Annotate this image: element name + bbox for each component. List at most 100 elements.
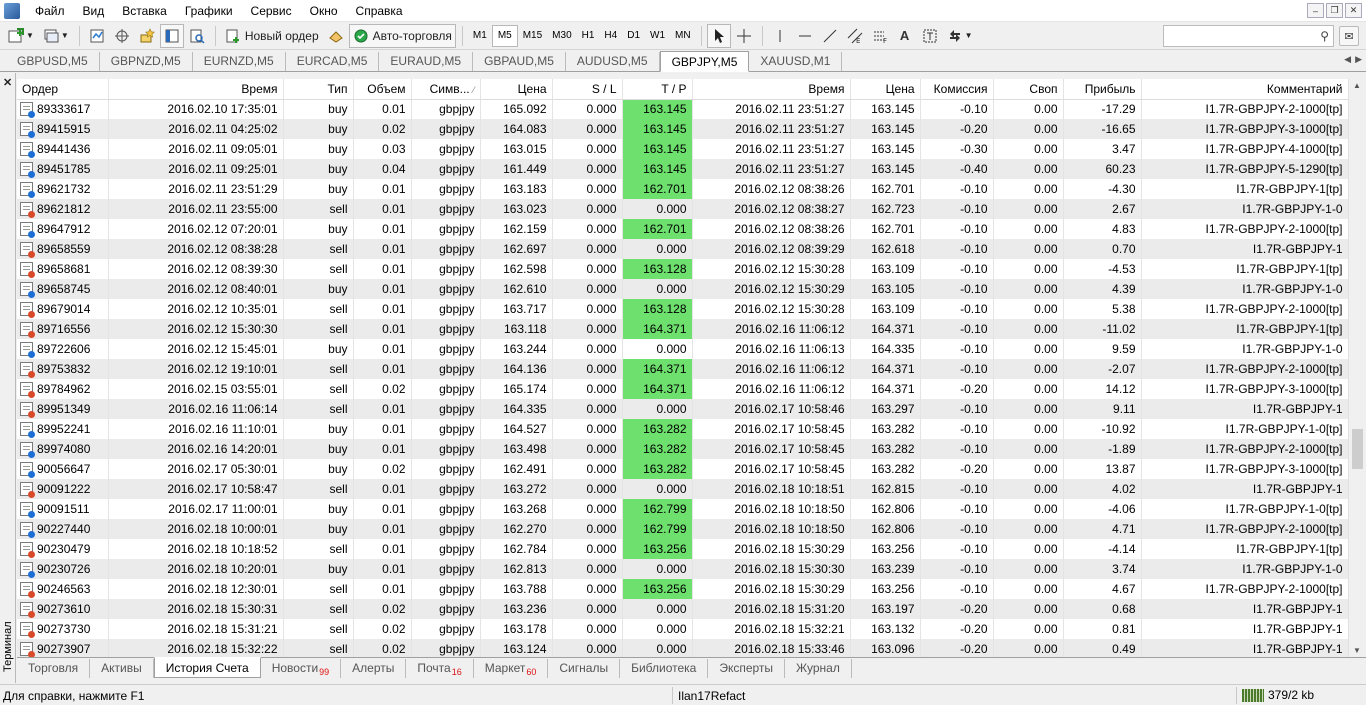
table-row[interactable]: 89621812 2016.02.11 23:55:00 sell 0.01 gbpjp…	[17, 199, 1348, 219]
tab-alerts[interactable]: Алерты	[341, 659, 407, 678]
menu-insert[interactable]: Вставка	[113, 0, 176, 22]
column-header-sl[interactable]: S / L	[552, 79, 623, 100]
tab-mailbox[interactable]: Почта16	[406, 659, 474, 678]
tab-account-history[interactable]: История Счета	[153, 657, 261, 678]
close-icon[interactable]: ✕	[3, 76, 12, 89]
table-row[interactable]: 89722606 2016.02.12 15:45:01 buy 0.01 gbpjpy…	[17, 339, 1348, 359]
column-header-close-price[interactable]: Цена	[850, 79, 921, 100]
menu-help[interactable]: Справка	[347, 0, 412, 22]
new-order-button[interactable]: Новый ордер	[221, 24, 323, 48]
table-row[interactable]: 90091511 2016.02.17 11:00:01 buy 0.01 gbpjpy…	[17, 499, 1348, 519]
scroll-right-icon[interactable]: ▶	[1355, 54, 1362, 65]
column-header-tp[interactable]: T / P	[622, 79, 693, 100]
table-row[interactable]: 89679014 2016.02.12 10:35:01 sell 0.01 gbpjp…	[17, 299, 1348, 319]
new-chart-button[interactable]: ▼	[4, 24, 38, 48]
text-tool-button[interactable]: A	[893, 24, 917, 48]
timeframe-h4[interactable]: H4	[599, 25, 622, 47]
column-header-close-time[interactable]: Время	[692, 79, 851, 100]
table-row[interactable]: 89716556 2016.02.12 15:30:30 sell 0.01 gbpjp…	[17, 319, 1348, 339]
column-header-type[interactable]: Тип	[283, 79, 354, 100]
timeframe-w1[interactable]: W1	[645, 25, 670, 47]
table-row[interactable]: 90273730 2016.02.18 15:31:21 sell 0.02 gbpjp…	[17, 619, 1348, 639]
table-row[interactable]: 89951349 2016.02.16 11:06:14 sell 0.01 gbpjp…	[17, 399, 1348, 419]
help-button[interactable]: ✉	[1339, 26, 1359, 46]
chart-tab[interactable]: EURAUD,M5	[379, 52, 474, 71]
timeframe-h1[interactable]: H1	[577, 25, 600, 47]
table-row[interactable]: 89952241 2016.02.16 11:10:01 buy 0.01 gbpjpy…	[17, 419, 1348, 439]
table-row[interactable]: 89647912 2016.02.12 07:20:01 buy 0.01 gbpjpy…	[17, 219, 1348, 239]
table-row[interactable]: 90227440 2016.02.18 10:00:01 buy 0.01 gbpjpy…	[17, 519, 1348, 539]
column-header-order[interactable]: Ордер	[17, 79, 109, 100]
search-icon[interactable]: ⚲	[1320, 29, 1329, 43]
search-input[interactable]: ⚲	[1163, 25, 1334, 47]
tab-exposure[interactable]: Активы	[90, 659, 154, 678]
column-header-commission[interactable]: Комиссия	[920, 79, 994, 100]
scroll-down-icon[interactable]: ▼	[1353, 646, 1361, 655]
tab-experts[interactable]: Эксперты	[708, 659, 786, 678]
column-header-volume[interactable]: Объем	[353, 79, 412, 100]
timeframe-mn[interactable]: MN	[670, 25, 696, 47]
horizontal-line-button[interactable]	[793, 24, 817, 48]
timeframe-m5[interactable]: M5	[491, 24, 518, 47]
column-header-swap[interactable]: Своп	[993, 79, 1064, 100]
table-row[interactable]: 89621732 2016.02.11 23:51:29 buy 0.01 gbpjpy…	[17, 179, 1348, 199]
profiles-button[interactable]: ▼	[39, 24, 73, 48]
trendline-button[interactable]	[818, 24, 842, 48]
chart-tab[interactable]: AUDUSD,M5	[566, 52, 660, 71]
column-header-comment[interactable]: Комментарий	[1141, 79, 1348, 100]
navigator-button[interactable]	[135, 24, 159, 48]
chart-tab[interactable]: GBPAUD,M5	[473, 52, 566, 71]
menu-file[interactable]: Файл	[26, 0, 74, 22]
crosshair-tool-button[interactable]	[732, 24, 756, 48]
table-row[interactable]: 89441436 2016.02.11 09:05:01 buy 0.03 gbpjpy…	[17, 139, 1348, 159]
table-row[interactable]: 90246563 2016.02.18 12:30:01 sell 0.01 gbpjp…	[17, 579, 1348, 599]
column-header-open-price[interactable]: Цена	[480, 79, 553, 100]
chart-tab-active[interactable]: GBPJPY,M5	[659, 51, 750, 72]
scrollbar-thumb[interactable]	[1352, 429, 1363, 469]
table-row[interactable]: 89974080 2016.02.16 14:20:01 buy 0.01 gbpjpy…	[17, 439, 1348, 459]
strategy-tester-button[interactable]	[185, 24, 209, 48]
chart-tab[interactable]: GBPUSD,M5	[6, 52, 100, 71]
menu-window[interactable]: Окно	[301, 0, 347, 22]
table-row[interactable]: 90230726 2016.02.18 10:20:01 buy 0.01 gbpjpy…	[17, 559, 1348, 579]
tab-market[interactable]: Маркет60	[474, 659, 549, 678]
chart-tab[interactable]: XAUUSD,M1	[749, 52, 843, 71]
terminal-button[interactable]	[159, 23, 184, 48]
minimize-icon[interactable]: –	[1307, 3, 1324, 18]
restore-icon[interactable]: ❐	[1326, 3, 1343, 18]
meta-editor-button[interactable]	[324, 24, 348, 48]
column-header-profit[interactable]: Прибыль	[1063, 79, 1142, 100]
table-row[interactable]: 90273610 2016.02.18 15:30:31 sell 0.02 gbpjp…	[17, 599, 1348, 619]
table-row[interactable]: 89658681 2016.02.12 08:39:30 sell 0.01 gbpjp…	[17, 259, 1348, 279]
table-row[interactable]: 89415915 2016.02.11 04:25:02 buy 0.02 gbpjpy…	[17, 119, 1348, 139]
timeframe-m15[interactable]: M15	[518, 25, 547, 47]
chart-tab[interactable]: EURNZD,M5	[193, 52, 286, 71]
arrows-button[interactable]: ▼	[943, 24, 977, 48]
tab-signals[interactable]: Сигналы	[548, 659, 621, 678]
menu-view[interactable]: Вид	[74, 0, 114, 22]
market-watch-button[interactable]	[85, 24, 109, 48]
table-row[interactable]: 90091222 2016.02.17 10:58:47 sell 0.01 gbpjp…	[17, 479, 1348, 499]
chart-tab[interactable]: GBPNZD,M5	[100, 52, 193, 71]
data-window-button[interactable]	[110, 24, 134, 48]
scroll-left-icon[interactable]: ◀	[1344, 54, 1351, 65]
table-row[interactable]: 90056647 2016.02.17 05:30:01 buy 0.02 gbpjpy…	[17, 459, 1348, 479]
table-row[interactable]: 89451785 2016.02.11 09:25:01 buy 0.04 gbpjpy…	[17, 159, 1348, 179]
tab-news[interactable]: Новости99	[261, 659, 342, 678]
menu-tools[interactable]: Сервис	[242, 0, 301, 22]
table-row[interactable]: 89333617 2016.02.10 17:35:01 buy 0.01 gbpjpy…	[17, 99, 1348, 119]
tab-journal[interactable]: Журнал	[785, 659, 852, 678]
text-label-button[interactable]	[918, 24, 942, 48]
timeframe-m1[interactable]: M1	[468, 25, 492, 47]
vertical-scrollbar[interactable]: ▲ ▼	[1348, 79, 1365, 657]
table-row[interactable]: 89784962 2016.02.15 03:55:01 sell 0.02 gbpjp…	[17, 379, 1348, 399]
table-row[interactable]: 90273907 2016.02.18 15:32:22 sell 0.02 gbpjp…	[17, 639, 1348, 657]
table-row[interactable]: 89658745 2016.02.12 08:40:01 buy 0.01 gbpjpy…	[17, 279, 1348, 299]
fibonacci-button[interactable]: F	[868, 24, 892, 48]
chart-tab[interactable]: EURCAD,M5	[286, 52, 380, 71]
vertical-line-button[interactable]	[768, 24, 792, 48]
column-header-symbol[interactable]: Симв... ⁄	[411, 79, 481, 100]
table-row[interactable]: 89753832 2016.02.12 19:10:01 sell 0.01 gbpjp…	[17, 359, 1348, 379]
scroll-up-icon[interactable]: ▲	[1353, 81, 1361, 90]
table-row[interactable]: 90230479 2016.02.18 10:18:52 sell 0.01 gbpjp…	[17, 539, 1348, 559]
